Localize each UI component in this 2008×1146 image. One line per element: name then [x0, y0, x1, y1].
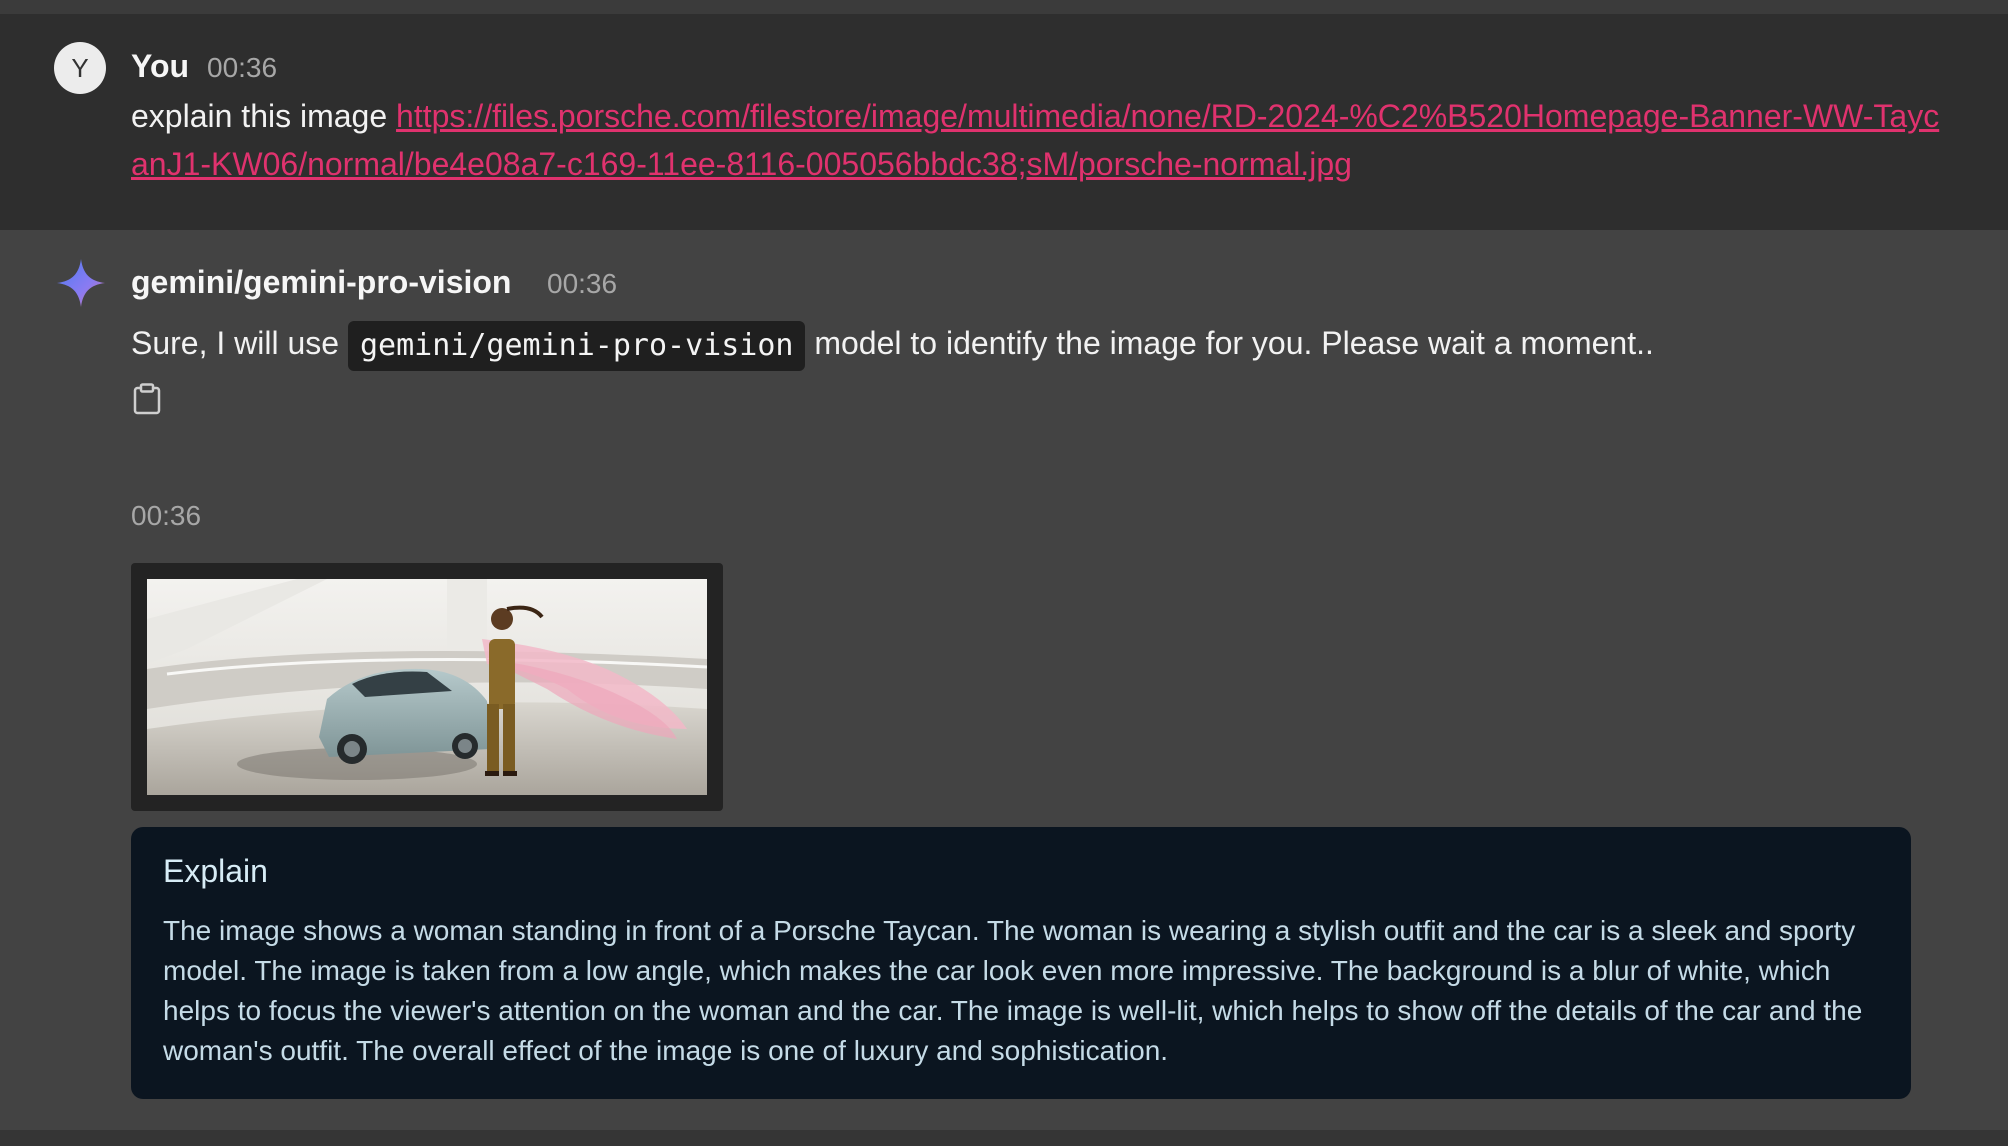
bot-message-text: Sure, I will use gemini/gemini-pro-visio… — [131, 316, 1654, 371]
user-message-time: 00:36 — [207, 52, 278, 83]
user-sender-name: You — [131, 48, 190, 84]
user-message-prefix: explain this image — [131, 98, 397, 134]
user-message-text: explain this image https://files.porsche… — [131, 92, 1951, 188]
sparkle-icon — [57, 259, 105, 307]
explain-body: The image shows a woman standing in fron… — [163, 915, 1863, 1066]
user-avatar: Y — [54, 42, 106, 94]
bot-sender-name: gemini/gemini-pro-vision — [131, 264, 512, 300]
bot-text-before: Sure, I will use — [131, 325, 348, 361]
clipboard-icon[interactable] — [132, 383, 162, 415]
image-url-link[interactable]: https://files.porsche.com/filestore/imag… — [131, 98, 1939, 182]
bottom-divider — [0, 1130, 2008, 1146]
explain-title: Explain — [163, 853, 268, 889]
bot-text-after: model to identify the image for you. Ple… — [805, 325, 1654, 361]
bot-message-time: 00:36 — [547, 268, 618, 299]
model-code-chip: gemini/gemini-pro-vision — [347, 320, 806, 371]
porsche-image[interactable] — [147, 579, 707, 795]
image-message-time: 00:36 — [131, 500, 202, 531]
top-divider — [0, 0, 2008, 14]
image-preview-frame[interactable] — [131, 563, 723, 811]
explain-card: Explain The image shows a woman standing… — [131, 827, 1911, 1099]
